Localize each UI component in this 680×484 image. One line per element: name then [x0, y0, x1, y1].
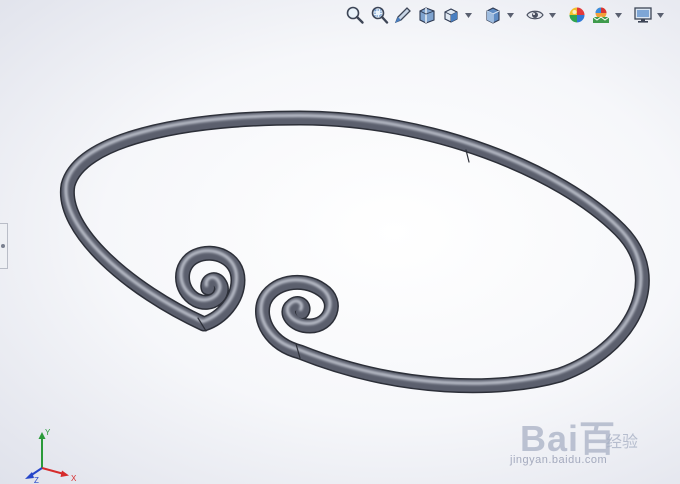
z-axis-label: Z: [34, 476, 39, 484]
magnifier-icon: [346, 6, 364, 24]
view-settings-dropdown[interactable]: [656, 4, 664, 26]
chevron-down-icon: [464, 12, 472, 18]
apply-scene-button[interactable]: [590, 4, 612, 26]
watermark-url: jingyan.baidu.com: [510, 454, 608, 466]
monitor-icon: [634, 7, 652, 23]
x-axis-arrow: [41, 467, 65, 475]
view-orientation-button[interactable]: [440, 4, 462, 26]
chevron-down-icon: [656, 12, 664, 18]
display-style-button[interactable]: [482, 4, 504, 26]
appearance-ball-icon: [569, 7, 585, 23]
eye-icon: [526, 10, 544, 20]
previous-view-button[interactable]: [392, 4, 414, 26]
scene-icon: [592, 7, 610, 23]
baidu-jingyan-watermark: Bai百 经验 jingyan.baidu.com: [506, 410, 676, 474]
reference-triad: Y X Z: [25, 428, 77, 484]
apply-scene-dropdown[interactable]: [614, 4, 622, 26]
cube-display-icon: [486, 7, 500, 24]
view-orientation-icon: [444, 8, 458, 23]
zoom-to-fit-button[interactable]: [344, 4, 366, 26]
display-style-dropdown[interactable]: [506, 4, 514, 26]
handle-grip-dot: [1, 244, 5, 248]
chevron-down-icon: [548, 12, 556, 18]
tube-highlight-layer: [64, 114, 643, 385]
chevron-down-icon: [506, 12, 514, 18]
section-view-icon: [419, 7, 435, 24]
x-axis-arrowhead: [60, 470, 69, 477]
y-axis-label: Y: [45, 428, 51, 437]
view-settings-button[interactable]: [632, 4, 654, 26]
view-orientation-dropdown[interactable]: [464, 4, 472, 26]
tube-shadow-layer: [59, 110, 650, 394]
x-axis-label: X: [71, 474, 77, 483]
chevron-down-icon: [614, 12, 622, 18]
hide-show-items-dropdown[interactable]: [548, 4, 556, 26]
section-view-button[interactable]: [416, 4, 438, 26]
feature-manager-collapse-handle[interactable]: [0, 223, 8, 269]
graphics-viewport[interactable]: Y X Z Bai百 经验 jingyan.baidu.com: [0, 0, 680, 484]
tube-base-layer: [61, 112, 649, 392]
pencil-view-icon: [394, 7, 411, 24]
watermark-brand-text: 经验: [606, 434, 639, 451]
zoom-area-icon: [371, 6, 389, 24]
hide-show-items-button[interactable]: [524, 4, 546, 26]
zoom-to-area-button[interactable]: [368, 4, 390, 26]
edit-appearance-button[interactable]: [566, 4, 588, 26]
heads-up-view-toolbar: [344, 2, 664, 28]
